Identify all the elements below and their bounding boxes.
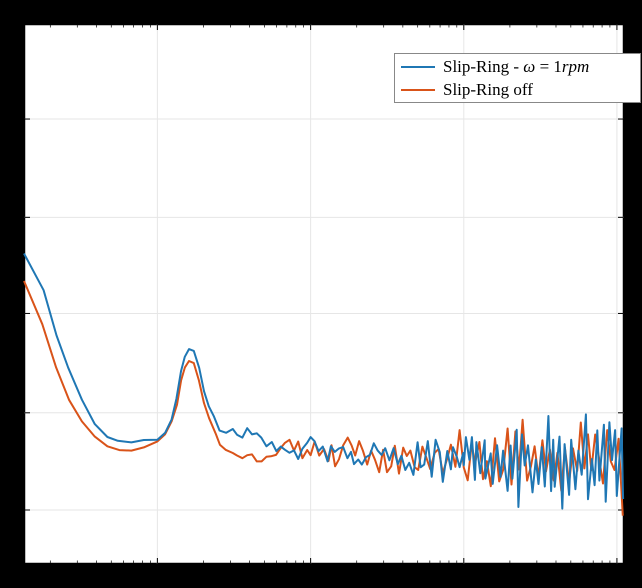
legend-label-off: Slip-Ring off: [443, 80, 533, 100]
legend-label-on: Slip-Ring - ω = 1rpm: [443, 57, 589, 77]
plot-area: Slip-Ring - ω = 1rpm Slip-Ring off: [24, 24, 624, 564]
legend-swatch-on: [401, 66, 435, 68]
legend-row-on: Slip-Ring - ω = 1rpm: [401, 56, 634, 77]
series-slip-ring-on: [24, 24, 624, 564]
legend: Slip-Ring - ω = 1rpm Slip-Ring off: [394, 53, 641, 103]
legend-swatch-off: [401, 89, 435, 91]
chart-frame: Slip-Ring - ω = 1rpm Slip-Ring off: [0, 0, 642, 588]
legend-row-off: Slip-Ring off: [401, 79, 634, 100]
